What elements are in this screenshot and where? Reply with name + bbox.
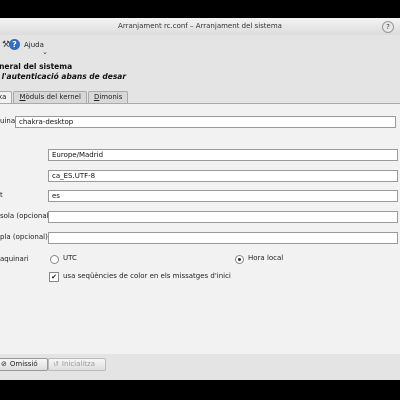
help-icon: ? [9, 39, 20, 50]
hostname-field[interactable]: chakra-desktop [15, 116, 396, 128]
locale-field[interactable]: ca_ES.UTF-8 [48, 170, 398, 182]
local-time-radio[interactable] [235, 255, 244, 264]
tab-bar: xa Mòduls del kernel Dimonis [0, 91, 129, 104]
help-label: Ajuda [24, 40, 44, 49]
reset-button[interactable]: ↺ Inicialitza [48, 358, 106, 371]
tab-daemons[interactable]: Dimonis [87, 91, 129, 103]
console-font-field[interactable] [48, 211, 398, 223]
cancel-button[interactable]: ⊘ Omissió [0, 358, 48, 371]
keymap-field[interactable]: es [48, 190, 398, 202]
page-title: eneral del sistema [0, 62, 73, 71]
window-title: Arranjament rc.conf – Arranjament del si… [118, 22, 282, 30]
tab-kernel-modules[interactable]: Mòduls del kernel [13, 91, 87, 103]
console-map-label: pla (opcional) [0, 233, 48, 241]
color-checkbox[interactable]: ✔ [49, 272, 59, 282]
keymap-label: t [0, 191, 3, 199]
main-window: ⚒ ? Ajuda ⌄ eneral del sistema à l'auten… [0, 35, 400, 380]
cancel-icon: ⊘ [1, 360, 7, 368]
settings-panel: uina chakra-desktop Europe/Madrid ca_ES.… [0, 103, 400, 354]
console-font-label: sola (opcional) [0, 212, 52, 220]
page-subtitle: à l'autenticació abans de desar [0, 72, 127, 81]
timezone-field[interactable]: Europe/Madrid [48, 149, 398, 161]
window-help-button[interactable]: ? [382, 21, 394, 33]
toolbar: ⚒ ? Ajuda ⌄ [0, 35, 400, 58]
reset-label: Inicialitza [61, 360, 96, 368]
console-map-field[interactable] [48, 232, 398, 244]
chevron-down-icon[interactable]: ⌄ [42, 48, 48, 56]
local-time-label: Hora local [248, 254, 284, 262]
utc-label: UTC [63, 254, 77, 262]
hwclock-label: aquinari [0, 255, 29, 263]
reset-icon: ↺ [53, 360, 59, 368]
utc-radio[interactable] [50, 255, 59, 264]
hostname-label: uina [0, 117, 16, 125]
color-label: usa seqüències de color en els missatges… [63, 272, 231, 280]
help-button[interactable]: ? Ajuda [9, 39, 44, 50]
titlebar: Arranjament rc.conf – Arranjament del si… [0, 18, 400, 36]
cancel-label: Omissió [9, 360, 38, 368]
